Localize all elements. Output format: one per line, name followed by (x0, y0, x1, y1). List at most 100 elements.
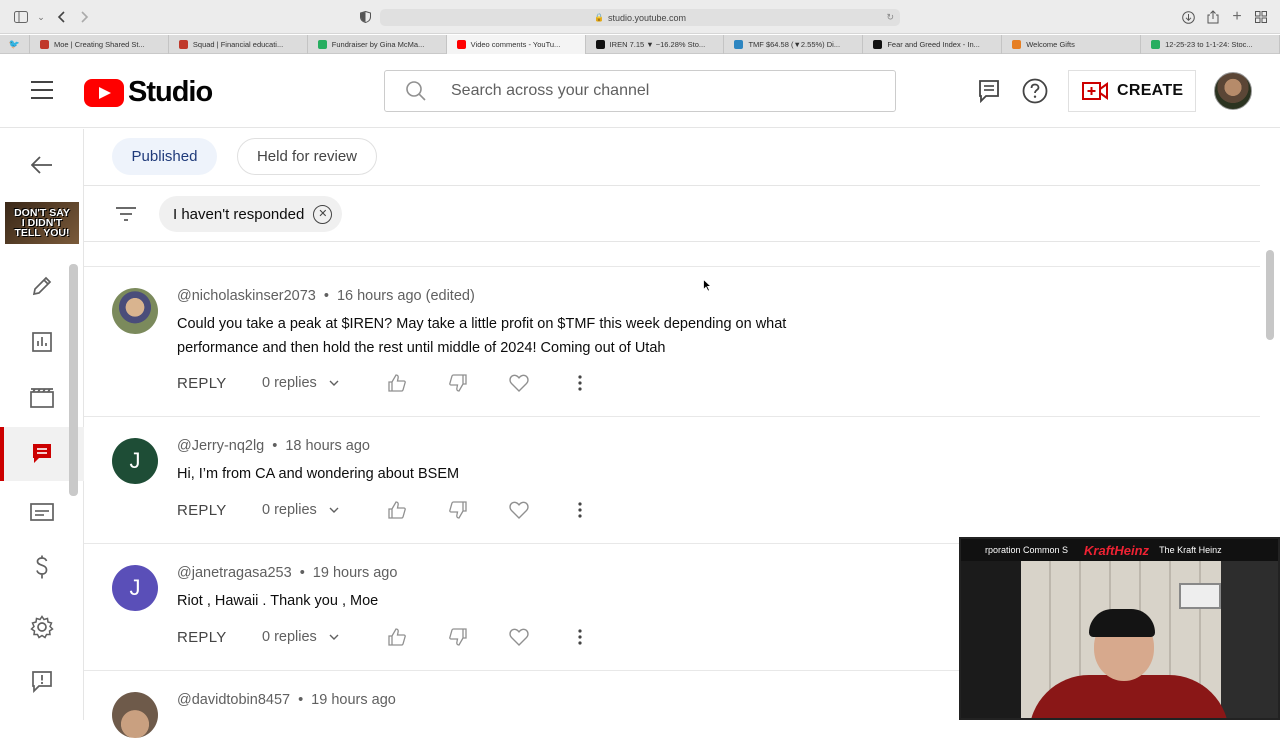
filter-icon[interactable] (115, 206, 137, 222)
search-icon (406, 81, 426, 101)
account-avatar[interactable] (1214, 72, 1252, 110)
filter-chip[interactable]: I haven't responded ✕ (159, 196, 342, 232)
comment-author[interactable]: @janetragasa253 (177, 565, 292, 581)
studio-logo[interactable]: Studio (84, 76, 213, 109)
filter-chip-label: I haven't responded (173, 205, 305, 223)
thumbs-down-icon[interactable] (448, 500, 468, 520)
tab-label: Video comments - YouTu... (470, 40, 561, 49)
feedback-icon[interactable] (976, 78, 1002, 104)
comment-tabs: Published Held for review (84, 129, 1260, 186)
settings-gear-icon[interactable] (0, 600, 84, 654)
comment-time[interactable]: 18 hours ago (285, 438, 370, 454)
tab-favicon (595, 40, 605, 49)
browser-tab[interactable]: TMF $64.58 (▼2.55%) Di... (724, 35, 864, 54)
close-icon[interactable]: ✕ (313, 204, 333, 224)
search-box[interactable] (384, 70, 896, 112)
replies-dropdown[interactable]: 0 replies (262, 629, 387, 645)
browser-tab[interactable]: Moe | Creating Shared St... (30, 35, 169, 54)
thumbs-up-icon[interactable] (387, 373, 407, 393)
heart-icon[interactable] (509, 627, 529, 647)
tab-favicon (40, 40, 49, 49)
thumbs-down-icon[interactable] (448, 373, 468, 393)
tab-label: Fundraiser by Gina McMa... (331, 40, 425, 49)
monetization-icon[interactable] (0, 540, 84, 594)
chevron-down-icon (329, 634, 339, 640)
logo-text: Studio (128, 76, 213, 108)
help-icon[interactable] (1022, 78, 1048, 104)
commenter-avatar[interactable] (112, 692, 158, 738)
commenter-avatar[interactable]: J (112, 565, 158, 611)
back-icon[interactable] (52, 8, 70, 26)
browser-toolbar: ⌄ 🔒 studio.youtube.com ↻ + (0, 0, 1280, 34)
thumbs-down-icon[interactable] (448, 627, 468, 647)
comment-author[interactable]: @nicholaskinser2073 (177, 288, 316, 304)
browser-tab[interactable]: Fundraiser by Gina McMa... (308, 35, 447, 54)
more-options-icon[interactable] (570, 373, 590, 393)
tab-label: Squad | Financial educati... (192, 40, 284, 49)
tab-held-for-review[interactable]: Held for review (237, 138, 377, 175)
tab-published[interactable]: Published (112, 138, 217, 175)
comment-author[interactable]: @Jerry-nq2lg (177, 438, 264, 454)
tab-favicon (873, 40, 883, 49)
lock-icon: 🔒 (593, 13, 604, 22)
comment-actions: REPLY 0 replies (177, 371, 631, 395)
tab-overview-icon[interactable] (1252, 8, 1270, 26)
tab-favicon (178, 40, 188, 49)
video-thumbnail[interactable]: DON'T SAY I DIDN'T TELL YOU! (5, 202, 79, 244)
privacy-shield-icon[interactable] (356, 8, 374, 26)
left-rail: DON'T SAY I DIDN'T TELL YOU! (0, 129, 84, 720)
pinned-tab-icon[interactable]: 🐦 (0, 35, 30, 54)
forward-icon[interactable] (76, 8, 94, 26)
reload-icon[interactable]: ↻ (886, 12, 894, 23)
send-feedback-icon[interactable] (0, 655, 84, 709)
heart-icon[interactable] (509, 500, 529, 520)
comment-item: @nicholaskinser2073 • 16 hours ago (edited… (84, 267, 1260, 417)
chevron-down-icon[interactable]: ⌄ (32, 8, 50, 26)
browser-tab-bar: 🐦 Moe | Creating Shared St... Squad | Fi… (0, 35, 1280, 54)
share-icon[interactable] (1204, 8, 1222, 26)
comment-text: Riot , Hawaii . Thank you , Moe (177, 593, 379, 609)
back-arrow-icon[interactable] (0, 138, 84, 192)
comment-meta: @janetragasa253 • 19 hours ago (177, 565, 398, 581)
thumbs-up-icon[interactable] (387, 627, 407, 647)
browser-tab[interactable]: Fear and Greed Index - In... (863, 35, 1003, 54)
webcam-background (961, 561, 1021, 718)
create-label: CREATE (1117, 82, 1184, 99)
create-video-icon (1082, 82, 1108, 100)
commenter-avatar[interactable] (112, 288, 158, 334)
browser-tab[interactable]: Welcome Gifts (1002, 35, 1142, 54)
comment-item: J @Jerry-nq2lg • 18 hours ago Hi, I’m from… (84, 417, 1260, 544)
content-scrollbar[interactable] (1266, 250, 1274, 340)
new-tab-icon[interactable]: + (1228, 8, 1246, 26)
mouse-cursor-icon (703, 279, 712, 292)
browser-tab[interactable]: 12-25-23 to 1-1-24: Stoc... (1141, 35, 1280, 54)
browser-tab-active[interactable]: Video comments - YouTu... (446, 35, 586, 54)
search-input[interactable] (451, 82, 851, 100)
comment-meta: @davidtobin8457 • 19 hours ago (177, 692, 396, 708)
menu-icon[interactable] (31, 81, 53, 99)
browser-tab[interactable]: Squad | Financial educati... (169, 35, 308, 54)
comment-time[interactable]: 19 hours ago (311, 692, 396, 708)
browser-tab[interactable]: IREN 7.15 ▼ −16.28% Sto... (586, 35, 725, 54)
commenter-avatar[interactable]: J (112, 438, 158, 484)
comment-actions: REPLY 0 replies (177, 625, 631, 649)
comment-meta: @Jerry-nq2lg • 18 hours ago (177, 438, 370, 454)
reply-button[interactable]: REPLY (177, 629, 262, 646)
address-bar[interactable]: 🔒 studio.youtube.com ↻ (380, 9, 900, 26)
replies-dropdown[interactable]: 0 replies (262, 502, 387, 518)
download-icon[interactable] (1179, 8, 1197, 26)
sidebar-toggle-icon[interactable] (12, 8, 30, 26)
more-options-icon[interactable] (570, 627, 590, 647)
thumbs-up-icon[interactable] (387, 500, 407, 520)
reply-button[interactable]: REPLY (177, 502, 262, 519)
create-button[interactable]: CREATE (1068, 70, 1196, 112)
comment-text: Hi, I’m from CA and wondering about BSEM (177, 466, 460, 482)
reply-button[interactable]: REPLY (177, 375, 262, 392)
comment-time[interactable]: 19 hours ago (313, 565, 398, 581)
rail-scrollbar[interactable] (69, 264, 78, 496)
comment-time[interactable]: 16 hours ago (edited) (337, 288, 475, 304)
heart-icon[interactable] (509, 373, 529, 393)
replies-dropdown[interactable]: 0 replies (262, 375, 387, 391)
more-options-icon[interactable] (570, 500, 590, 520)
comment-author[interactable]: @davidtobin8457 (177, 692, 290, 708)
